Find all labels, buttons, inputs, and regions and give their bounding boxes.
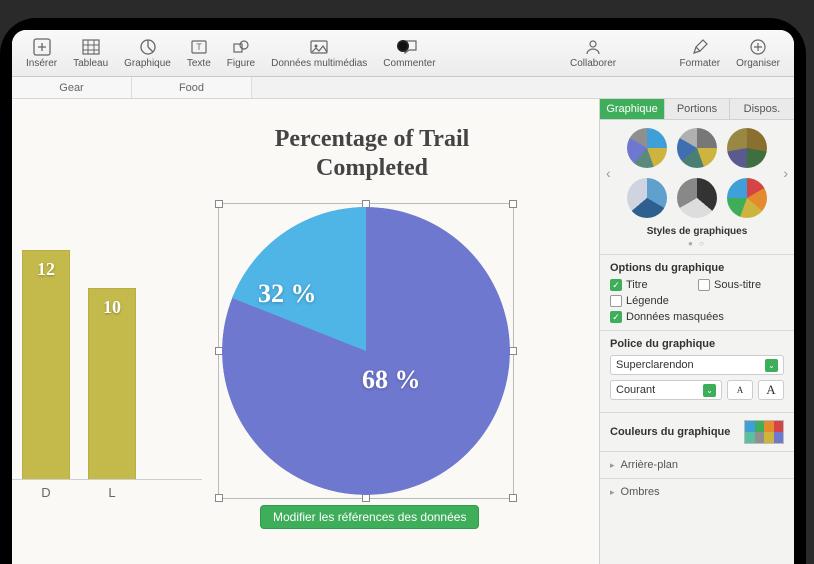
- bar-chart[interactable]: 12 10 D L: [12, 180, 192, 500]
- style-thumb-2[interactable]: [677, 128, 717, 168]
- toolbar-format[interactable]: Formater: [672, 36, 729, 71]
- checkbox-hidden-data[interactable]: ✓Données masquées: [610, 311, 724, 323]
- pie-chart[interactable]: 32 % 68 %: [222, 207, 510, 495]
- svg-text:T: T: [196, 42, 202, 52]
- collaborate-icon: [584, 38, 602, 56]
- toolbar-table[interactable]: Tableau: [65, 36, 116, 71]
- table-icon: [82, 38, 100, 56]
- chart-title[interactable]: Percentage of Trail Completed: [242, 125, 502, 183]
- chart-colors-row[interactable]: Couleurs du graphique: [600, 412, 794, 451]
- inspector-tabs: Graphique Portions Dispos.: [600, 99, 794, 120]
- chart-options-section: Options du graphique ✓Titre Sous-titre L…: [600, 254, 794, 330]
- bar-value-l: 10: [89, 297, 135, 318]
- sheet-tab-gear[interactable]: Gear: [12, 77, 132, 98]
- brush-icon: [691, 38, 709, 56]
- media-icon: [310, 38, 328, 56]
- inspector-tab-arrange[interactable]: Dispos.: [730, 99, 794, 119]
- toolbar-media[interactable]: Données multimédias: [263, 36, 375, 71]
- toolbar-insert[interactable]: Insérer: [18, 36, 65, 71]
- disclosure-shadows[interactable]: ▸Ombres: [600, 478, 794, 505]
- camera-dot: [399, 42, 407, 50]
- bar-value-d: 12: [23, 259, 69, 280]
- bar-cat-l: L: [88, 485, 136, 500]
- pie-label-68: 68 %: [362, 365, 421, 395]
- color-swatch-icon: [744, 420, 784, 444]
- chart-styles-label: Styles de graphiques: [600, 222, 794, 239]
- style-thumb-3[interactable]: [727, 128, 767, 168]
- pie-label-32: 32 %: [258, 279, 317, 309]
- toolbar-organize[interactable]: Organiser: [728, 36, 788, 71]
- chevron-down-icon: ⌄: [703, 384, 716, 397]
- font-smaller-button[interactable]: A: [727, 380, 753, 400]
- main-toolbar: Insérer Tableau Graphique TTexte Figure …: [12, 30, 794, 77]
- chevron-right-icon: ▸: [610, 460, 615, 471]
- style-thumb-6[interactable]: [727, 178, 767, 218]
- toolbar-shape[interactable]: Figure: [219, 36, 263, 71]
- styles-next[interactable]: ›: [781, 165, 790, 181]
- organize-icon: [749, 38, 767, 56]
- edit-data-references-button[interactable]: Modifier les références des données: [260, 505, 479, 529]
- checkbox-title[interactable]: ✓Titre: [610, 279, 688, 291]
- toolbar-text[interactable]: TTexte: [179, 36, 219, 71]
- toolbar-chart[interactable]: Graphique: [116, 36, 179, 71]
- inspector-tab-chart[interactable]: Graphique: [600, 99, 665, 119]
- pie-svg: [222, 207, 510, 495]
- check-icon: ✓: [610, 279, 622, 291]
- toolbar-collaborate[interactable]: Collaborer: [562, 36, 624, 71]
- toolbar-comment[interactable]: Commenter: [375, 36, 443, 71]
- shape-icon: [232, 38, 250, 56]
- check-icon: ✓: [610, 311, 622, 323]
- font-style-select[interactable]: Courant⌄: [610, 380, 722, 400]
- sheet-tab-food[interactable]: Food: [132, 77, 252, 98]
- plus-square-icon: [33, 38, 51, 56]
- format-inspector: Graphique Portions Dispos. ‹ ›: [599, 99, 794, 564]
- spreadsheet-canvas[interactable]: 12 10 D L Percentage of Trail Completed: [12, 99, 599, 564]
- pager-dots: ● ○: [600, 239, 794, 254]
- checkbox-subtitle[interactable]: Sous-titre: [698, 279, 776, 291]
- font-larger-button[interactable]: A: [758, 380, 784, 400]
- bar-cat-d: D: [22, 485, 70, 500]
- chevron-right-icon: ▸: [610, 487, 615, 498]
- inspector-tab-wedges[interactable]: Portions: [665, 99, 730, 119]
- style-thumb-5[interactable]: [677, 178, 717, 218]
- style-thumb-4[interactable]: [627, 178, 667, 218]
- sheet-tabs: Gear Food: [12, 77, 794, 99]
- chevron-down-icon: ⌄: [765, 359, 778, 372]
- chart-style-thumbnails: [619, 128, 776, 218]
- style-thumb-1[interactable]: [627, 128, 667, 168]
- styles-prev[interactable]: ‹: [604, 165, 613, 181]
- disclosure-background[interactable]: ▸Arrière-plan: [600, 451, 794, 478]
- pie-chart-icon: [139, 38, 157, 56]
- font-family-select[interactable]: Superclarendon⌄: [610, 355, 784, 375]
- text-icon: T: [190, 38, 208, 56]
- checkbox-legend[interactable]: Légende: [610, 295, 688, 307]
- chart-font-section: Police du graphique Superclarendon⌄ Cour…: [600, 330, 794, 412]
